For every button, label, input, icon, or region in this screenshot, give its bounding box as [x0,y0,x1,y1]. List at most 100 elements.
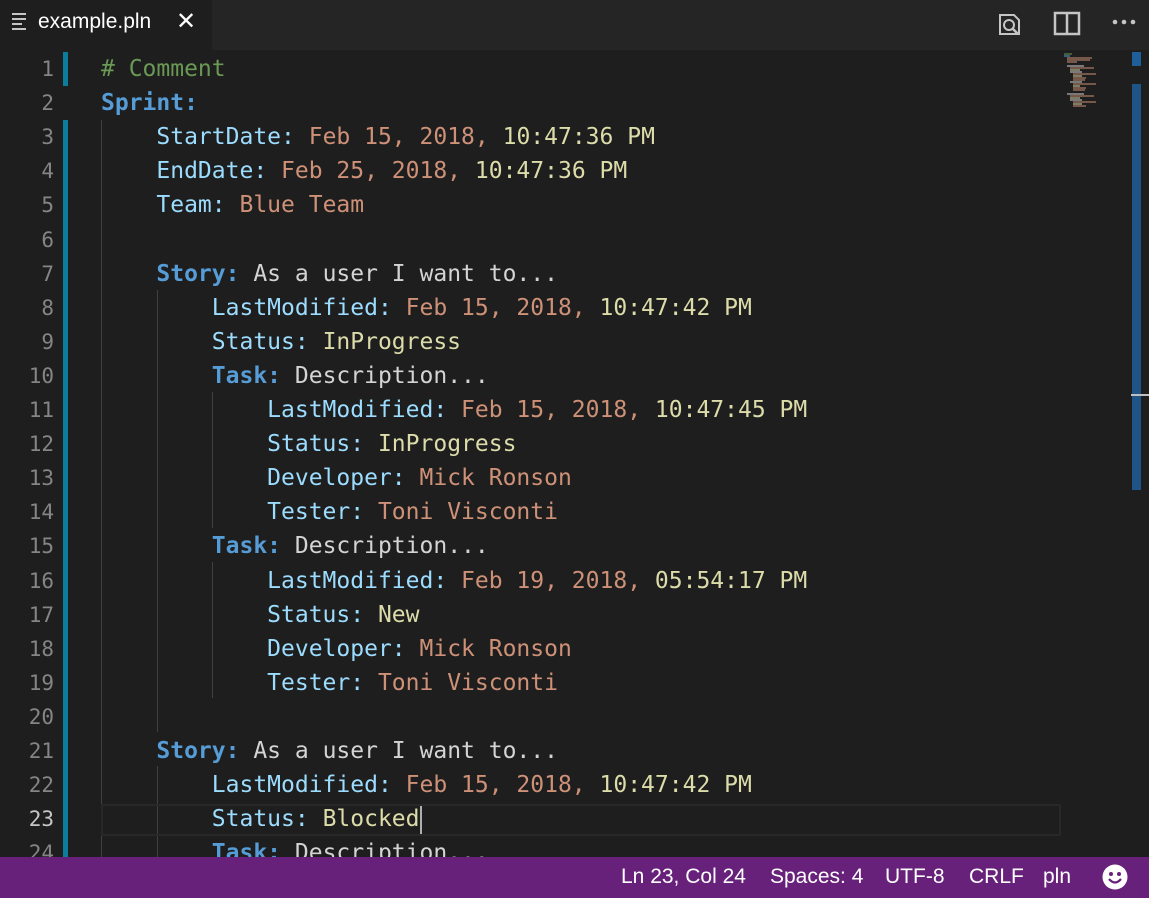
scrollbar-top-marker [1132,52,1141,66]
code-token: Status: [101,806,323,833]
code-line[interactable]: 23 Status: Blocked [0,802,1060,836]
line-number: 21 [28,739,54,763]
code-line[interactable]: 24 Task: Description... [0,836,1060,857]
code-line[interactable]: 10 Task: Description... [0,359,1060,393]
code-line[interactable]: 18 Developer: Mick Ronson [0,632,1060,666]
code-token: # Comment [101,56,226,82]
code-token: Status: [101,328,323,355]
line-number: 10 [28,363,54,388]
line-number: 2 [41,91,54,116]
code-token: Feb 15, 2018, [405,294,600,321]
code-token: Story: [101,738,254,764]
code-line[interactable]: 19 Tester: Toni Visconti [0,666,1060,700]
code-token: Team: [101,192,240,219]
code-text: Task: Description... [101,836,489,857]
line-number: 12 [28,432,54,457]
code-line[interactable]: 21 Story: As a user I want to... [0,734,1060,768]
code-token: Status: [101,431,378,458]
code-token: LastModified: [101,567,462,594]
code-text: StartDate: Feb 15, 2018, 10:47:36 PM [101,120,655,154]
code-token: 05:54:17 PM [654,567,808,594]
code-token: As a user I want to... [253,738,558,764]
code-token: 10:47:42 PM [599,772,752,799]
code-token: Blue Team [239,192,365,219]
code-line[interactable]: 4 EndDate: Feb 25, 2018, 10:47:36 PM [0,154,1060,188]
code-token: Tester: [101,669,378,696]
open-preview-icon[interactable] [995,9,1025,39]
code-line[interactable]: 15 Task: Description... [0,529,1060,563]
code-token: LastModified: [101,397,462,423]
line-number: 19 [28,670,54,695]
code-token: Mick Ronson [419,465,572,492]
code-token: Description... [294,840,489,857]
code-line[interactable]: 13 Developer: Mick Ronson [0,461,1060,495]
cursor-position[interactable]: Ln 23, Col 24 [621,865,746,889]
code-line[interactable]: 12 Status: InProgress [0,427,1060,461]
code-text: Task: Description... [101,529,489,563]
code-line[interactable]: 17 Status: New [0,598,1060,632]
eol-setting[interactable]: CRLF [969,865,1024,889]
code-line[interactable]: 11 LastModified: Feb 15, 2018, 10:47:45 … [0,393,1060,427]
code-token: Blocked [322,806,420,833]
code-token: 10:47:36 PM [502,124,655,151]
code-token: Task: [101,533,295,560]
code-token: 10:47:36 PM [474,158,628,185]
split-editor-icon[interactable] [1052,9,1082,39]
language-mode[interactable]: pln [1043,865,1071,889]
line-number: 17 [28,602,54,627]
encoding-setting[interactable]: UTF-8 [885,865,945,889]
tab-label: example.pln [38,10,152,33]
code-text: # Comment [101,52,226,86]
line-number: 24 [28,841,54,857]
line-number: 23 [28,807,54,832]
code-text: Status: Blocked [101,802,420,836]
code-line[interactable]: 1 # Comment [0,52,1060,86]
vertical-scrollbar-thumb[interactable] [1132,84,1141,490]
code-text: Status: InProgress [101,427,516,461]
code-line[interactable]: 20 [0,700,1060,734]
minimap[interactable] [1062,52,1122,112]
code-token: Toni Visconti [377,499,558,526]
code-token: InProgress [322,328,462,355]
code-line[interactable]: 3 StartDate: Feb 15, 2018, 10:47:36 PM [0,120,1060,154]
line-number: 14 [28,500,54,525]
code-token: Feb 19, 2018, [461,567,655,594]
code-token: Tester: [101,499,378,526]
code-text: Story: As a user I want to... [101,734,558,768]
code-line[interactable]: 8 LastModified: Feb 15, 2018, 10:47:42 P… [0,291,1060,325]
code-line[interactable]: 7 Story: As a user I want to... [0,257,1060,291]
code-text: Status: InProgress [101,325,461,359]
code-line[interactable]: 9 Status: InProgress [0,325,1060,359]
file-lines-icon [12,13,26,31]
code-token: EndDate: [101,158,282,185]
code-token: 10:47:42 PM [599,294,752,321]
more-actions-icon[interactable] [1109,9,1139,39]
code-line[interactable]: 16 LastModified: Feb 19, 2018, 05:54:17 … [0,564,1060,598]
code-text: Sprint: [101,86,198,120]
code-line[interactable]: 14 Tester: Toni Visconti [0,495,1060,529]
code-token: Feb 15, 2018, [461,397,655,423]
tab-example-pln[interactable]: example.pln ✕ [0,0,212,50]
code-line[interactable]: 22 LastModified: Feb 15, 2018, 10:47:42 … [0,768,1060,802]
scrollbar-cursor-marker [1131,394,1149,396]
smiley-icon[interactable] [1102,864,1128,890]
code-text: Developer: Mick Ronson [101,461,572,495]
line-number: 22 [28,773,54,798]
line-number: 4 [41,159,54,184]
code-editor[interactable]: 1 # Comment 2 Sprint: 3 StartDate: Feb 15, 2… [0,52,1149,857]
line-number: 18 [28,636,54,661]
line-number: 6 [41,227,54,252]
code-text: Task: Description... [101,359,489,393]
code-text: Developer: Mick Ronson [101,632,572,666]
close-icon[interactable]: ✕ [176,7,196,35]
code-token: Feb 15, 2018, [405,772,600,799]
indentation-setting[interactable]: Spaces: 4 [770,865,863,889]
text-cursor [420,806,422,834]
code-line[interactable]: 2 Sprint: [0,86,1060,120]
code-line[interactable]: 6 [0,223,1060,257]
code-text: Team: Blue Team [101,188,364,222]
code-line[interactable]: 5 Team: Blue Team [0,188,1060,222]
code-token: New [377,601,420,628]
code-text: Story: As a user I want to... [101,257,558,291]
code-text: LastModified: Feb 15, 2018, 10:47:45 PM [101,393,807,427]
